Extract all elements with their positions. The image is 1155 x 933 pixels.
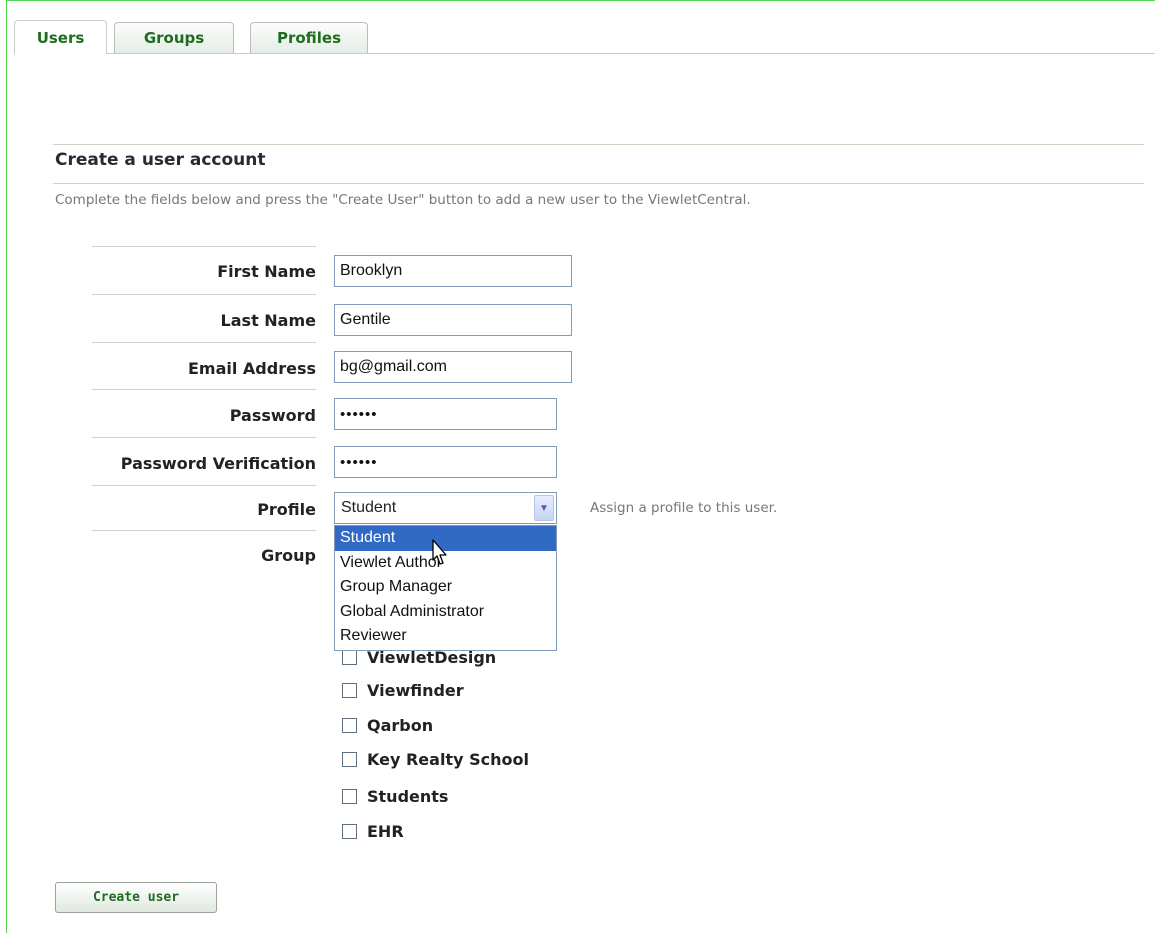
section-title: Create a user account [55, 150, 266, 170]
email-label: Email Address [187, 359, 316, 378]
form-row-divider [92, 389, 316, 390]
form-row-divider [92, 342, 316, 343]
checkbox[interactable] [342, 683, 357, 698]
form-row-divider [92, 246, 316, 247]
last-name-label: Last Name [220, 311, 316, 330]
group-checkbox-label: Students [367, 787, 449, 806]
first-name-field[interactable]: Brooklyn [334, 255, 572, 287]
group-checkbox-viewfinder[interactable]: Viewfinder [342, 681, 464, 700]
checkbox[interactable] [342, 824, 357, 839]
checkbox[interactable] [342, 650, 357, 665]
hand-cursor-icon [432, 539, 447, 565]
profile-label: Profile [257, 500, 316, 519]
password-field[interactable]: •••••• [334, 398, 557, 430]
create-user-button[interactable]: Create user [55, 882, 217, 913]
form-row-divider [92, 437, 316, 438]
form-row-divider [92, 294, 316, 295]
group-checkbox-key-realty-school[interactable]: Key Realty School [342, 750, 529, 769]
last-name-field[interactable]: Gentile [334, 304, 572, 336]
group-checkbox-label: Qarbon [367, 716, 434, 735]
profile-hint: Assign a profile to this user. [590, 500, 778, 516]
tab-bar: Users Groups Profiles [14, 20, 1155, 55]
form-row-divider [92, 485, 316, 486]
password-verification-label: Password Verification [120, 454, 316, 473]
section-top-rule [53, 144, 1144, 145]
tab-baseline [14, 53, 1155, 54]
chevron-down-icon[interactable]: ▼ [534, 495, 554, 521]
email-field[interactable]: bg@gmail.com [334, 351, 572, 383]
group-label: Group [261, 546, 316, 565]
group-checkbox-students[interactable]: Students [342, 787, 448, 806]
group-checkbox-ehr[interactable]: EHR [342, 822, 404, 841]
checkbox[interactable] [342, 789, 357, 804]
profile-select[interactable]: Student ▼ [334, 492, 557, 524]
tab-groups[interactable]: Groups [114, 22, 234, 53]
checkbox[interactable] [342, 718, 357, 733]
checkbox[interactable] [342, 752, 357, 767]
tab-profiles[interactable]: Profiles [250, 22, 368, 53]
section-title-rule [53, 183, 1144, 184]
group-checkbox-label: EHR [367, 822, 404, 841]
profile-option-group-manager[interactable]: Group Manager [335, 575, 556, 600]
form-row-divider [92, 530, 316, 531]
tab-users[interactable]: Users [14, 20, 107, 54]
profile-select-value: Student [341, 499, 397, 516]
section-description: Complete the fields below and press the … [55, 192, 751, 208]
password-label: Password [229, 406, 316, 425]
profile-option-reviewer[interactable]: Reviewer [335, 624, 556, 649]
group-checkbox-qarbon[interactable]: Qarbon [342, 716, 433, 735]
first-name-label: First Name [217, 262, 316, 281]
password-verification-field[interactable]: •••••• [334, 446, 557, 478]
group-checkbox-label: Key Realty School [367, 750, 529, 769]
profile-option-global-administrator[interactable]: Global Administrator [335, 600, 556, 625]
group-checkbox-label: Viewfinder [367, 681, 464, 700]
